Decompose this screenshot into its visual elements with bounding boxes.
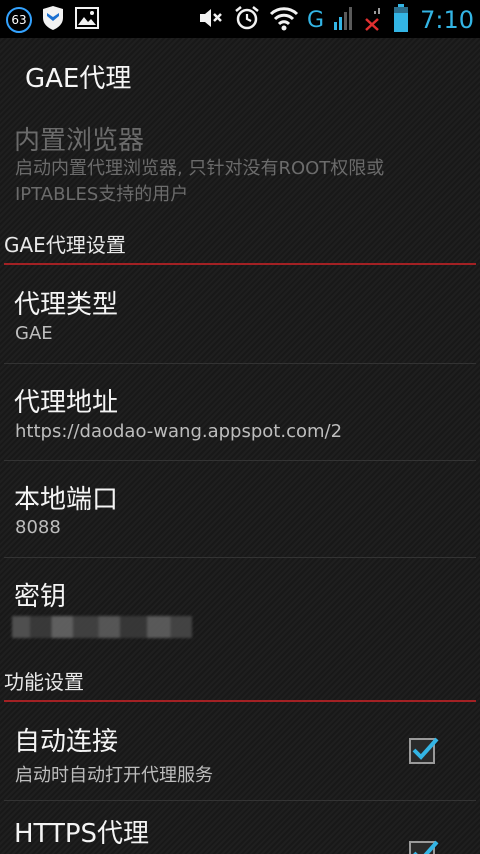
shield-icon (40, 5, 66, 35)
check-icon (412, 737, 439, 760)
alarm-icon (233, 4, 261, 36)
pref-title: 代理地址 (14, 388, 119, 418)
pref-title: 本地端口 (14, 485, 119, 515)
mute-icon (197, 4, 225, 36)
pref-title: 密钥 (14, 582, 67, 612)
pref-summary: 启动时自动打开代理服务 (15, 765, 213, 786)
category-gae-settings: GAE代理设置 (4, 233, 126, 257)
pref-title: 代理类型 (14, 290, 119, 320)
pref-auto-connect[interactable]: 自动连接 启动时自动打开代理服务 (0, 703, 480, 799)
pref-proxy-address[interactable]: 代理地址 https://daodao-wang.appspot.com/2 (0, 364, 480, 460)
pref-local-port[interactable]: 本地端口 8088 (0, 461, 480, 557)
category-divider (4, 263, 476, 265)
pref-summary: 启动内置代理浏览器, 只针对没有ROOT权限或IPTABLES支持的用户 (15, 158, 385, 205)
pref-https-proxy[interactable]: HTTPS代理 (0, 801, 480, 854)
pref-title: 内置浏览器 (14, 126, 145, 156)
category-function-settings: 功能设置 (4, 670, 84, 694)
https-proxy-checkbox[interactable] (409, 840, 439, 854)
clock: 7:10 (420, 6, 474, 34)
pref-builtin-browser[interactable]: 内置浏览器 启动内置代理浏览器, 只针对没有ROOT权限或IPTABLES支持的… (0, 110, 480, 210)
pref-proxy-type[interactable]: 代理类型 GAE (0, 266, 480, 363)
status-bar: 63 G 7:10 (0, 0, 480, 38)
no-signal-icon (362, 4, 384, 36)
pref-value: 8088 (15, 517, 61, 538)
signal-icon (332, 4, 354, 36)
gallery-icon (74, 5, 100, 35)
pref-value: https://daodao-wang.appspot.com/2 (15, 421, 343, 442)
status-left: 63 (6, 5, 100, 35)
wifi-icon (269, 4, 299, 36)
pref-value: GAE (15, 323, 53, 344)
status-right: G 7:10 (197, 3, 474, 37)
auto-connect-checkbox[interactable] (409, 737, 439, 764)
pref-title: HTTPS代理 (14, 819, 150, 849)
network-type: G (307, 7, 325, 33)
category-divider (4, 700, 476, 702)
pref-secret-key[interactable]: 密钥 (0, 558, 480, 658)
action-bar: GAE代理 (0, 38, 480, 110)
pref-title: 自动连接 (14, 727, 119, 757)
redacted-value (12, 616, 192, 638)
app-title: GAE代理 (25, 64, 132, 94)
notification-badge: 63 (6, 7, 32, 33)
settings-screen: 63 G 7:10 GAE代理 内置浏览器 启动内置代理浏览器, 只针对没有RO… (0, 0, 480, 854)
check-icon (413, 840, 439, 854)
battery-icon (392, 3, 410, 37)
